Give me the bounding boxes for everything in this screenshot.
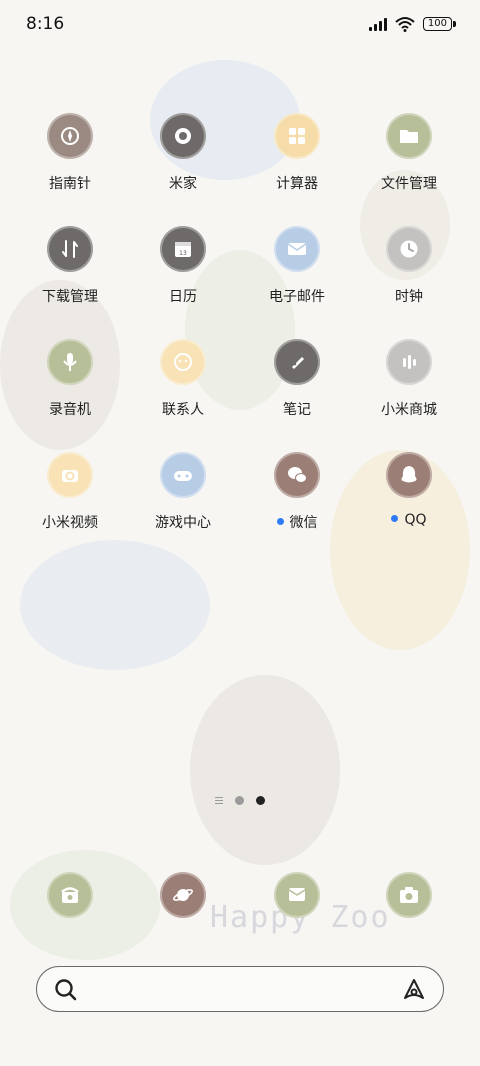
app-mail[interactable]: 电子邮件 xyxy=(242,226,352,306)
app-label-text: 游戏中心 xyxy=(155,515,211,531)
battery-icon: 100 xyxy=(422,17,457,31)
app-wechat[interactable]: 微信 xyxy=(242,452,352,532)
app-folder[interactable]: 文件管理 xyxy=(354,113,464,193)
app-label: QQ xyxy=(354,512,464,528)
calendar-day: 13 xyxy=(179,250,187,257)
status-icons: 100 xyxy=(368,16,457,32)
status-time: 8:16 xyxy=(26,14,65,34)
app-label: 笔记 xyxy=(242,399,352,419)
new-install-dot xyxy=(391,514,399,522)
phone-icon[interactable] xyxy=(47,872,93,918)
notes-icon[interactable] xyxy=(274,339,320,385)
app-label: 指南针 xyxy=(15,173,125,193)
app-label: 游戏中心 xyxy=(128,512,238,532)
mail-icon[interactable] xyxy=(274,226,320,272)
page-dot-1[interactable] xyxy=(235,796,244,805)
app-calendar[interactable]: 13 日历 xyxy=(128,226,238,306)
contacts-icon[interactable] xyxy=(160,339,206,385)
app-label-text: 笔记 xyxy=(283,402,311,418)
video-icon[interactable] xyxy=(47,452,93,498)
app-download[interactable]: 下载管理 xyxy=(15,226,125,306)
app-label-text: 微信 xyxy=(289,515,318,531)
calendar-icon[interactable]: 13 xyxy=(160,226,206,272)
app-microphone[interactable]: 录音机 xyxy=(15,339,125,419)
app-label-text: 联系人 xyxy=(162,402,204,418)
app-notes[interactable]: 笔记 xyxy=(242,339,352,419)
app-label-text: 小米视频 xyxy=(42,515,98,531)
app-label: 录音机 xyxy=(15,399,125,419)
app-label: 下载管理 xyxy=(15,286,125,306)
gamepad-icon[interactable] xyxy=(160,452,206,498)
status-bar: 8:16 100 xyxy=(0,0,480,50)
microphone-icon[interactable] xyxy=(47,339,93,385)
app-label-text: 下载管理 xyxy=(42,289,98,305)
app-label: 微信 xyxy=(242,512,352,532)
app-calculator[interactable]: 计算器 xyxy=(242,113,352,193)
search-bar[interactable] xyxy=(36,966,444,1012)
app-clock[interactable]: 时钟 xyxy=(354,226,464,306)
download-icon[interactable] xyxy=(47,226,93,272)
wallpaper-elephant2-shape xyxy=(20,540,210,670)
dock-browser[interactable] xyxy=(128,872,238,918)
compass-icon[interactable] xyxy=(47,113,93,159)
app-label: 米家 xyxy=(128,173,238,193)
app-label: 小米商城 xyxy=(354,399,464,419)
app-label-text: 时钟 xyxy=(395,289,423,305)
app-label-text: 电子邮件 xyxy=(269,289,325,305)
store-icon[interactable] xyxy=(386,339,432,385)
dock-phone[interactable] xyxy=(15,872,125,918)
app-label-text: 文件管理 xyxy=(381,176,437,192)
app-label-text: 计算器 xyxy=(276,176,318,192)
wallpaper-bear2-shape xyxy=(190,675,340,865)
wechat-icon[interactable] xyxy=(274,452,320,498)
app-label: 文件管理 xyxy=(354,173,464,193)
app-compass[interactable]: 指南针 xyxy=(15,113,125,193)
app-label: 电子邮件 xyxy=(242,286,352,306)
app-qq[interactable]: QQ xyxy=(354,452,464,528)
app-store[interactable]: 小米商城 xyxy=(354,339,464,419)
app-label: 日历 xyxy=(128,286,238,306)
app-label: 小米视频 xyxy=(15,512,125,532)
app-label-text: 米家 xyxy=(169,176,197,192)
page-indicator xyxy=(0,796,480,805)
cellular-signal-icon xyxy=(368,17,387,31)
qq-icon[interactable] xyxy=(386,452,432,498)
app-label-text: 小米商城 xyxy=(381,402,437,418)
calculator-icon[interactable] xyxy=(274,113,320,159)
page-dot-2-active[interactable] xyxy=(256,796,265,805)
dock-messages[interactable] xyxy=(242,872,352,918)
app-label-text: 指南针 xyxy=(49,176,91,192)
app-video[interactable]: 小米视频 xyxy=(15,452,125,532)
assistant-icon[interactable] xyxy=(401,977,427,1003)
app-gamepad[interactable]: 游戏中心 xyxy=(128,452,238,532)
planet-icon[interactable] xyxy=(160,872,206,918)
dock-camera[interactable] xyxy=(354,872,464,918)
message-icon[interactable] xyxy=(274,872,320,918)
app-label: 时钟 xyxy=(354,286,464,306)
app-mijia[interactable]: 米家 xyxy=(128,113,238,193)
app-label-text: QQ xyxy=(404,512,427,528)
app-label-text: 录音机 xyxy=(49,402,91,418)
folder-icon[interactable] xyxy=(386,113,432,159)
wifi-icon xyxy=(395,17,415,32)
app-label: 计算器 xyxy=(242,173,352,193)
search-icon[interactable] xyxy=(53,977,79,1003)
app-label-text: 日历 xyxy=(169,289,197,305)
new-install-dot xyxy=(276,517,284,525)
clock-icon[interactable] xyxy=(386,226,432,272)
app-contacts[interactable]: 联系人 xyxy=(128,339,238,419)
mijia-icon[interactable] xyxy=(160,113,206,159)
camera-icon[interactable] xyxy=(386,872,432,918)
app-label: 联系人 xyxy=(128,399,238,419)
app-drawer-indicator[interactable] xyxy=(215,797,223,804)
